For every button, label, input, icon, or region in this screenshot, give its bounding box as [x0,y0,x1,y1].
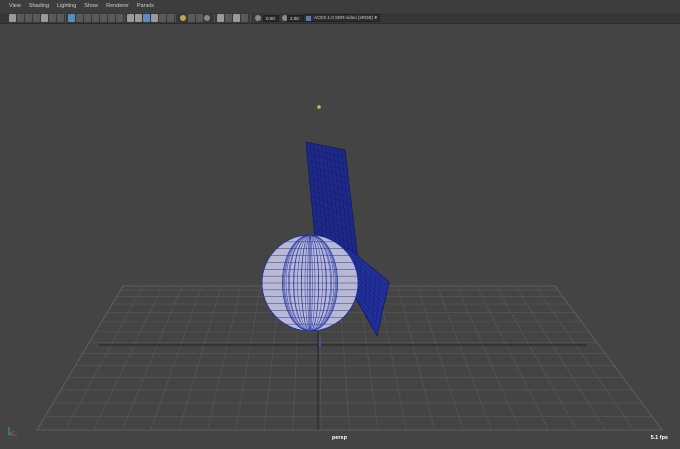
gamma-field[interactable]: 1.00 [287,14,303,22]
menu-lighting[interactable]: Lighting [53,0,80,13]
select-camera-icon[interactable] [9,14,16,22]
xray-joints-icon[interactable] [233,14,240,22]
toolbar-divider [65,14,66,22]
color-space-label: ACES 1.0 SDR-video (sRGB) [314,15,374,20]
view-axis-icon [8,427,17,436]
chevron-down-icon: ▾ [374,15,377,21]
film-gate-icon[interactable] [76,14,83,22]
menu-renderer[interactable]: Renderer [102,0,133,13]
motion-blur-icon[interactable] [196,14,203,22]
wireframe-icon[interactable] [127,14,134,22]
menu-shading[interactable]: Shading [25,0,53,13]
safe-title-icon[interactable] [116,14,123,22]
color-management-icon [306,15,311,21]
gate-mask-icon[interactable] [92,14,99,22]
color-space-dropdown[interactable]: ACES 1.0 SDR-video (sRGB) ▾ [303,14,380,22]
field-chart-icon[interactable] [100,14,107,22]
fps-label: 5.1 fps [650,435,668,441]
xray-active-components-icon[interactable] [241,14,248,22]
camera-attributes-icon[interactable] [25,14,32,22]
shadows-icon[interactable] [167,14,174,22]
toolbar-divider [124,14,125,22]
textured-icon[interactable] [151,14,158,22]
screen-space-ao-icon[interactable] [188,14,195,22]
menu-view[interactable]: View [0,0,25,13]
smooth-shade-icon[interactable] [135,14,142,22]
exposure-icon[interactable] [255,15,261,21]
grease-pencil-icon[interactable] [57,14,64,22]
safe-action-icon[interactable] [108,14,115,22]
poly-sphere[interactable] [261,234,359,332]
toolbar-divider [214,14,215,22]
isolate-select-icon[interactable] [217,14,224,22]
toolbar-divider [250,14,251,22]
grid-icon[interactable] [68,14,75,22]
menu-panels[interactable]: Panels [133,0,158,13]
resolution-gate-icon[interactable] [84,14,91,22]
camera-name-label: persp [332,435,347,441]
bookmark-icon[interactable] [33,14,40,22]
use-all-lights-icon[interactable] [159,14,166,22]
2d-pan-zoom-icon[interactable] [49,14,56,22]
panel-menubar: View Shading Lighting Show Renderer Pane… [0,0,680,13]
xray-icon[interactable] [225,14,232,22]
light-locator-icon[interactable] [317,105,321,109]
image-plane-icon[interactable] [41,14,48,22]
exposure-field[interactable]: 0.00 [263,14,279,22]
wireframe-on-shaded-icon[interactable] [143,14,150,22]
menu-show[interactable]: Show [80,0,102,13]
lock-camera-icon[interactable] [17,14,24,22]
perspective-viewport[interactable] [0,24,680,449]
anti-aliasing-icon[interactable] [204,15,210,21]
toolbar-divider [175,14,176,22]
light-bulb-icon[interactable] [180,15,186,21]
panel-toolbar: 0.00 1.00 ACES 1.0 SDR-video (sRGB) ▾ [0,13,680,24]
